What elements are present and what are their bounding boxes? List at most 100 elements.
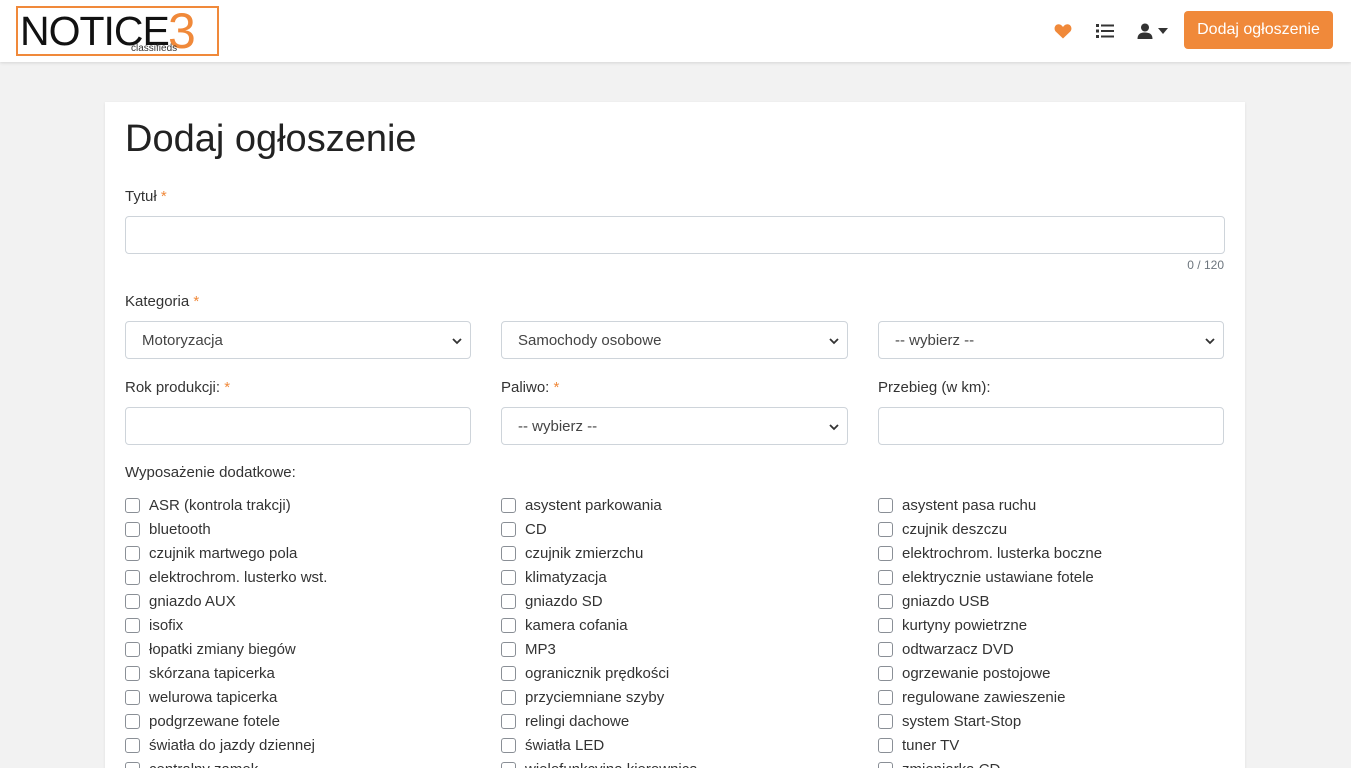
required-mark: * (224, 379, 231, 396)
equipment-option[interactable]: kurtyny powietrzne (878, 615, 1027, 635)
equipment-option[interactable]: czujnik deszczu (878, 519, 1007, 539)
equipment-checkbox[interactable] (501, 497, 516, 513)
equipment-checkbox[interactable] (501, 593, 516, 609)
equipment-option[interactable]: tuner TV (878, 735, 959, 755)
equipment-option[interactable]: światła do jazdy dziennej (125, 735, 315, 755)
equipment-checkbox[interactable] (878, 761, 893, 768)
year-input[interactable] (125, 407, 471, 445)
equipment-checkbox[interactable] (501, 689, 516, 705)
page-title: Dodaj ogłoszenie (125, 118, 417, 160)
equipment-option-label: ogrzewanie postojowe (902, 664, 1051, 682)
equipment-checkbox[interactable] (501, 545, 516, 561)
user-menu[interactable] (1137, 20, 1173, 42)
equipment-checkbox[interactable] (878, 665, 893, 681)
equipment-option[interactable]: światła LED (501, 735, 604, 755)
equipment-option[interactable]: asystent parkowania (501, 495, 662, 515)
chevron-down-icon (829, 338, 839, 345)
add-listing-button[interactable]: Dodaj ogłoszenie (1184, 11, 1333, 49)
equipment-option[interactable]: welurowa tapicerka (125, 687, 277, 707)
equipment-option[interactable]: MP3 (501, 639, 556, 659)
equipment-checkbox[interactable] (125, 497, 140, 513)
equipment-option[interactable]: gniazdo SD (501, 591, 603, 611)
equipment-option[interactable]: bluetooth (125, 519, 211, 539)
equipment-option[interactable]: gniazdo USB (878, 591, 990, 611)
equipment-checkbox[interactable] (501, 641, 516, 657)
favorites-heart-icon[interactable] (1054, 20, 1072, 42)
equipment-checkbox[interactable] (501, 521, 516, 537)
equipment-option[interactable]: regulowane zawieszenie (878, 687, 1065, 707)
equipment-option-label: ASR (kontrola trakcji) (149, 496, 291, 514)
equipment-checkbox[interactable] (125, 713, 140, 729)
equipment-option[interactable]: centralny zamek (125, 759, 258, 768)
equipment-checkbox[interactable] (878, 737, 893, 753)
equipment-checkbox[interactable] (125, 737, 140, 753)
category-select-sub[interactable]: Samochody osobowe (501, 321, 848, 359)
equipment-checkbox[interactable] (501, 569, 516, 585)
title-label-text: Tytuł (125, 188, 157, 205)
equipment-option[interactable]: klimatyzacja (501, 567, 607, 587)
equipment-option[interactable]: elektrochrom. lusterka boczne (878, 543, 1102, 563)
equipment-option-label: asystent parkowania (525, 496, 662, 514)
category-select-sub-value: Samochody osobowe (518, 332, 662, 349)
equipment-option[interactable]: asystent pasa ruchu (878, 495, 1036, 515)
fuel-select[interactable]: -- wybierz -- (501, 407, 848, 445)
equipment-option[interactable]: kamera cofania (501, 615, 628, 635)
equipment-checkbox[interactable] (125, 689, 140, 705)
equipment-checkbox[interactable] (125, 641, 140, 657)
equipment-option[interactable]: podgrzewane fotele (125, 711, 280, 731)
equipment-option[interactable]: skórzana tapicerka (125, 663, 275, 683)
category-select-main[interactable]: Motoryzacja (125, 321, 471, 359)
equipment-checkbox[interactable] (125, 545, 140, 561)
equipment-checkbox[interactable] (501, 665, 516, 681)
equipment-option-label: przyciemniane szyby (525, 688, 665, 706)
equipment-checkbox[interactable] (125, 569, 140, 585)
equipment-checkbox[interactable] (878, 713, 893, 729)
equipment-option[interactable]: zmieniarka CD (878, 759, 1000, 768)
equipment-option[interactable]: czujnik martwego pola (125, 543, 297, 563)
equipment-option-label: regulowane zawieszenie (902, 688, 1066, 706)
equipment-checkbox[interactable] (125, 521, 140, 537)
equipment-option[interactable]: odtwarzacz DVD (878, 639, 1014, 659)
equipment-option-label: podgrzewane fotele (149, 712, 280, 730)
equipment-checkbox[interactable] (878, 689, 893, 705)
equipment-checkbox[interactable] (125, 617, 140, 633)
required-mark: * (160, 188, 167, 205)
equipment-checkbox[interactable] (878, 545, 893, 561)
equipment-checkbox[interactable] (878, 521, 893, 537)
equipment-option[interactable]: elektrycznie ustawiane fotele (878, 567, 1094, 587)
equipment-checkbox[interactable] (878, 593, 893, 609)
equipment-option[interactable]: ogranicznik prędkości (501, 663, 669, 683)
equipment-option[interactable]: relingi dachowe (501, 711, 629, 731)
equipment-option[interactable]: łopatki zmiany biegów (125, 639, 296, 659)
equipment-option[interactable]: gniazdo AUX (125, 591, 236, 611)
chevron-down-icon (452, 338, 462, 345)
equipment-option[interactable]: ASR (kontrola trakcji) (125, 495, 291, 515)
equipment-option[interactable]: elektrochrom. lusterko wst. (125, 567, 327, 587)
equipment-checkbox[interactable] (125, 593, 140, 609)
title-input[interactable] (125, 216, 1225, 254)
equipment-checkbox[interactable] (501, 713, 516, 729)
equipment-checkbox[interactable] (501, 761, 516, 768)
equipment-checkbox[interactable] (125, 665, 140, 681)
equipment-option[interactable]: przyciemniane szyby (501, 687, 664, 707)
equipment-checkbox[interactable] (878, 497, 893, 513)
equipment-option[interactable]: czujnik zmierzchu (501, 543, 643, 563)
equipment-option-label: skórzana tapicerka (149, 664, 275, 682)
equipment-checkbox[interactable] (878, 617, 893, 633)
logo[interactable]: NOTICE 3 classifieds (16, 6, 219, 56)
category-select-third[interactable]: -- wybierz -- (878, 321, 1224, 359)
equipment-checkbox[interactable] (501, 617, 516, 633)
mileage-input[interactable] (878, 407, 1224, 445)
equipment-checkbox[interactable] (878, 569, 893, 585)
equipment-checkbox[interactable] (878, 641, 893, 657)
year-label-text: Rok produkcji: (125, 379, 221, 396)
equipment-checkbox[interactable] (501, 737, 516, 753)
equipment-option-label: czujnik deszczu (902, 520, 1008, 538)
equipment-option[interactable]: system Start-Stop (878, 711, 1021, 731)
equipment-option[interactable]: CD (501, 519, 547, 539)
equipment-option[interactable]: ogrzewanie postojowe (878, 663, 1050, 683)
equipment-checkbox[interactable] (125, 761, 140, 768)
equipment-option[interactable]: wielofunkcyjna kierownica (501, 759, 698, 768)
list-icon[interactable] (1096, 20, 1114, 42)
equipment-option[interactable]: isofix (125, 615, 183, 635)
